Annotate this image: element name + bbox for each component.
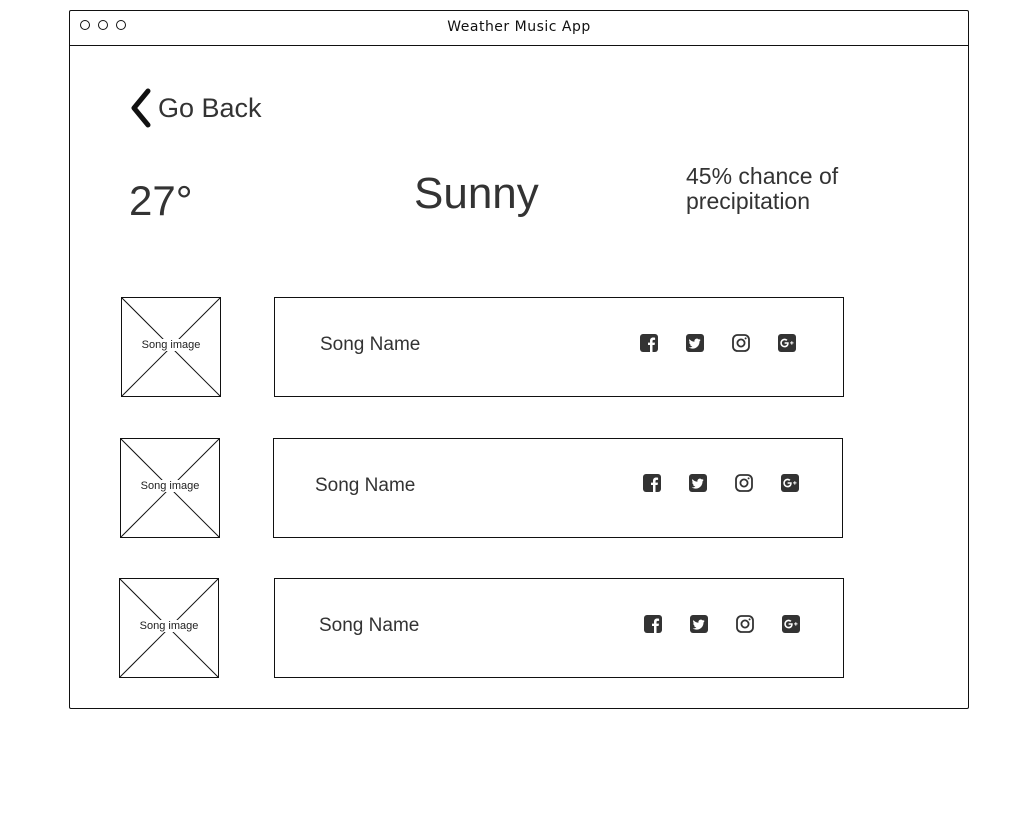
twitter-icon[interactable] — [690, 615, 708, 633]
twitter-icon[interactable] — [689, 474, 707, 492]
go-back-link[interactable]: Go Back — [128, 87, 262, 129]
window-title: Weather Music App — [447, 19, 591, 35]
app-window: Weather Music App Go Back 27° Sunny 45% … — [69, 10, 969, 709]
instagram-icon[interactable] — [735, 474, 753, 492]
instagram-icon[interactable] — [732, 334, 750, 352]
facebook-icon[interactable] — [644, 615, 662, 633]
song-image: Song image — [121, 297, 221, 397]
song-image-label: Song image — [139, 480, 201, 492]
song-image: Song image — [120, 438, 220, 538]
song-image-label: Song image — [140, 339, 202, 351]
song-name: Song Name — [315, 475, 416, 496]
song-card[interactable]: Song Name — [274, 297, 844, 397]
google-plus-icon[interactable] — [782, 615, 800, 633]
twitter-icon[interactable] — [686, 334, 704, 352]
share-icons — [644, 615, 800, 633]
song-image: Song image — [119, 578, 219, 678]
chevron-left-icon — [131, 88, 151, 128]
weather-condition: Sunny — [414, 169, 539, 218]
song-card[interactable]: Song Name — [273, 438, 843, 538]
precipitation-chance: 45% chance of precipitation — [686, 163, 839, 214]
temperature: 27° — [129, 177, 193, 224]
song-name: Song Name — [320, 334, 421, 355]
share-icons — [643, 474, 799, 492]
go-back-label: Go Back — [158, 92, 262, 123]
instagram-icon[interactable] — [736, 615, 754, 633]
song-name: Song Name — [319, 615, 420, 636]
share-icons — [640, 334, 796, 352]
google-plus-icon[interactable] — [778, 334, 796, 352]
song-image-label: Song image — [138, 620, 200, 632]
song-card[interactable]: Song Name — [274, 578, 844, 678]
title-bar: Weather Music App — [70, 11, 968, 46]
google-plus-icon[interactable] — [781, 474, 799, 492]
facebook-icon[interactable] — [643, 474, 661, 492]
facebook-icon[interactable] — [640, 334, 658, 352]
